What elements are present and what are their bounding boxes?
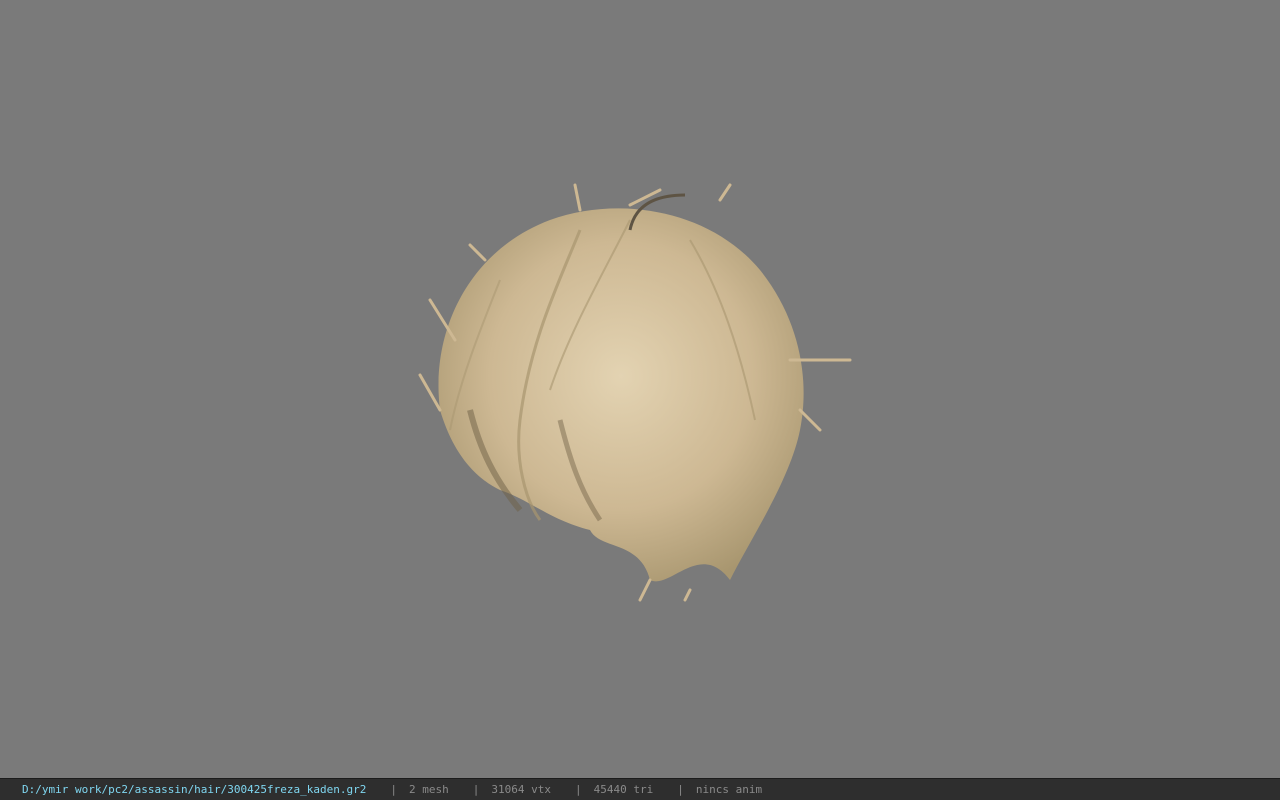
vertex-count: 31064 vtx [491, 783, 551, 796]
mesh-count: 2 mesh [409, 783, 449, 796]
separator: | [677, 783, 684, 796]
separator: | [390, 783, 397, 796]
separator: | [574, 783, 582, 796]
anim-status: nincs anim [695, 783, 763, 796]
triangle-count: 45440 tri [593, 783, 654, 796]
3d-viewport[interactable] [0, 0, 1280, 778]
file-path: D:/ymir work/pc2/assassin/hair/300425fre… [22, 783, 367, 796]
hair-mass [418, 183, 852, 602]
separator: | [472, 783, 480, 796]
status-bar: D:/ymir work/pc2/assassin/hair/300425fre… [0, 778, 1280, 800]
hair-model-render[interactable] [400, 160, 880, 610]
